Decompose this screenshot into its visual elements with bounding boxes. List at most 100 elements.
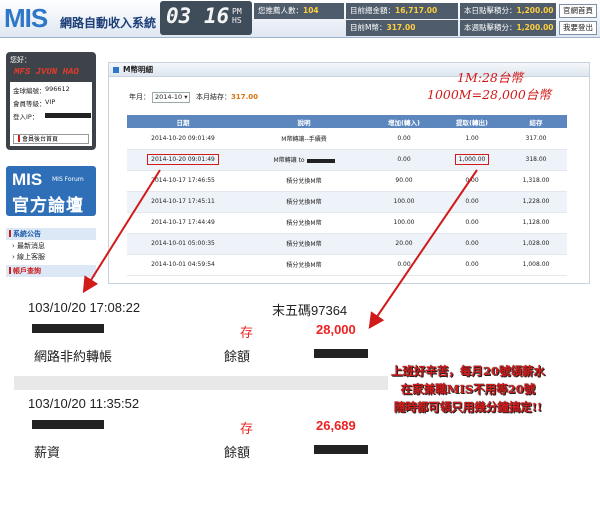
cell-date: 2014-10-01 04:59:54 <box>127 254 239 276</box>
cell-desc: M幣轉讓 to <box>239 149 369 171</box>
cell-date: 2014-10-17 17:46:55 <box>127 170 239 192</box>
cell-date: 2014-10-17 17:45:11 <box>127 191 239 213</box>
user-level-line: 會員等級： VIP <box>13 98 55 108</box>
cell-desc: 積分兌換M幣 <box>239 191 369 213</box>
stat-label: 您推薦人數： <box>258 6 303 15</box>
cell-balance: 1,008.00 <box>505 254 567 276</box>
entry-amount: 26,689 <box>316 418 356 433</box>
link-bullet-icon <box>18 135 20 142</box>
top-header: MIS 網路自動收入系統 03 16 PM HS 您推薦人數：104 目前總金額：… <box>0 0 600 38</box>
sidebar-item-news[interactable]: › 最新消息 <box>6 241 96 252</box>
mis-logo[interactable]: MIS <box>4 4 48 32</box>
entry-balance-label: 餘額 <box>224 349 251 364</box>
caption-line-3: 隨時都可領只用幾分鐘搞定!! <box>393 400 543 414</box>
user-ip-label: 登入IP： <box>13 113 39 121</box>
cell-out: 0.00 <box>439 191 505 213</box>
bank-entry: 103/10/20 11:35:52 存 26,689 薪資 餘額 <box>14 390 388 474</box>
table-row: 2014-10-17 17:44:49 積分兌換M幣 100.00 0.00 1… <box>127 212 567 234</box>
stat-label: 目前M幣： <box>350 23 387 32</box>
forum-logo: MIS <box>12 170 43 189</box>
cell-out: 0.00 <box>439 170 505 192</box>
cell-in: 0.00 <box>369 128 439 150</box>
user-level-value: VIP <box>45 98 56 106</box>
redacted-account <box>32 420 104 429</box>
app-title: 網路自動收入系統 <box>60 16 157 30</box>
clock-ampm: PM HS <box>232 7 242 25</box>
cell-in: 100.00 <box>369 212 439 234</box>
stat-value: 16,717.00 <box>395 6 438 15</box>
cell-in: 100.00 <box>369 191 439 213</box>
entry-divider <box>14 376 388 390</box>
stat-weekly-points: 本週點擊積分：1,200.00 <box>460 20 556 36</box>
section-bullet-icon <box>9 267 11 274</box>
table-row: 2014-10-20 09:01:49 M幣轉讓--手續費 0.00 1.00 … <box>127 128 567 150</box>
table-row-highlighted: 2014-10-20 09:01:49 M幣轉讓 to 0.00 1,000.0… <box>127 149 567 171</box>
stat-value: 104 <box>303 6 319 15</box>
redacted-account <box>32 324 104 333</box>
transactions-table: 日期 說明 增加(轉入) 提取(轉出) 結存 2014-10-20 09:01:… <box>127 115 567 276</box>
stat-value: 1,200.00 <box>516 6 554 15</box>
cell-desc: 積分兌換M幣 <box>239 212 369 234</box>
sidebar-item-label: 線上客服 <box>17 253 46 261</box>
entry-balance-label: 餘額 <box>224 445 251 460</box>
member-backend-link[interactable]: 會員後台首頁 <box>13 134 89 144</box>
col-header-date: 日期 <box>127 115 239 128</box>
cell-desc: M幣轉讓--手續費 <box>239 128 369 150</box>
col-header-out: 提取(轉出) <box>439 115 505 128</box>
redacted-balance <box>314 445 368 454</box>
user-ip-redacted <box>45 111 91 119</box>
promo-caption: 上班好辛苦，每月20號領薪水 在家兼職MIS不用等20號 隨時都可領只用幾分鐘搞… <box>356 362 580 416</box>
clock-hour: 03 <box>166 4 192 28</box>
redacted-recipient <box>306 158 335 163</box>
cell-balance: 1,028.00 <box>505 233 567 255</box>
member-backend-label: 會員後台首頁 <box>22 136 59 143</box>
stat-daily-points: 本日點擊積分：1,200.00 <box>460 3 556 19</box>
sidebar-item-label: 最新消息 <box>17 242 46 250</box>
sidebar-item-support[interactable]: › 線上客服 <box>6 252 96 263</box>
cell-balance: 318.00 <box>505 149 567 171</box>
sidebar-section-account[interactable]: 帳戶查詢 <box>6 265 96 277</box>
col-header-desc: 說明 <box>239 115 369 128</box>
stat-value: 317.00 <box>386 23 416 32</box>
table-row: 2014-10-01 05:00:35 積分兌換M幣 20.00 0.00 1,… <box>127 233 567 255</box>
cell-in: 0.00 <box>369 254 439 276</box>
digital-clock: 03 16 PM HS <box>160 1 252 35</box>
logout-button[interactable]: 我要登出 <box>559 21 597 35</box>
rate-note-2: 1000M=28,000台幣 <box>427 87 551 102</box>
forum-title: 官方論壇 <box>12 196 84 216</box>
screenshot-root: MIS 網路自動收入系統 03 16 PM HS 您推薦人數：104 目前總金額：… <box>0 0 600 506</box>
user-info-box: 您好： MFS JVUN HAO 金球編號： 996612 會員等級： VIP 登入… <box>6 52 96 150</box>
entry-description: 網路非約轉帳 <box>34 349 113 364</box>
panel-title-icon <box>113 67 119 73</box>
year-month-label: 年月： <box>129 93 150 101</box>
cell-desc: 積分兌換M幣 <box>239 233 369 255</box>
clock-ampm-top: PM <box>232 7 242 16</box>
stats-bar: 您推薦人數：104 目前總金額：16,717.00 本日點擊積分：1,200.0… <box>254 1 600 37</box>
highlighted-date: 2014-10-20 09:01:49 <box>147 154 219 165</box>
stat-label: 本日點擊積分： <box>464 6 517 15</box>
cell-date: 2014-10-17 17:44:49 <box>127 212 239 234</box>
user-ip-line: 登入IP： <box>13 111 91 121</box>
home-button[interactable]: 官網首頁 <box>559 4 597 18</box>
sidebar-section-notice[interactable]: 系統公告 <box>6 228 96 240</box>
redacted-balance <box>314 349 368 358</box>
user-details: 金球編號： 996612 會員等級： VIP 登入IP： 會員後台首頁 <box>10 82 92 146</box>
entry-type: 存 <box>240 325 254 340</box>
entry-amount: 28,000 <box>316 322 356 337</box>
bank-entry: 103/10/20 17:08:22 末五碼97364 存 28,000 網路非… <box>14 288 388 376</box>
stat-m-coins: 目前M幣：317.00 <box>346 20 458 36</box>
panel-title: M幣明細 <box>123 65 153 74</box>
table-row: 2014-10-01 04:59:54 積分兌換M幣 0.00 0.00 1,0… <box>127 254 567 276</box>
highlighted-withdrawal: 1,000.00 <box>454 154 490 165</box>
month-filter: 年月： 2014-10 ▾ 本月結存：317.00 <box>129 92 258 103</box>
stat-value: 1,200.00 <box>516 23 554 32</box>
year-month-select[interactable]: 2014-10 ▾ <box>152 92 190 103</box>
cell-in: 90.00 <box>369 170 439 192</box>
cell-in: 0.00 <box>369 149 439 171</box>
cell-date: 2014-10-01 05:00:35 <box>127 233 239 255</box>
user-id-value: 996612 <box>45 85 70 93</box>
cell-out: 0.00 <box>439 212 505 234</box>
forum-banner[interactable]: MIS MIS Forum 官方論壇 <box>6 166 96 216</box>
balance-label: 本月結存： <box>196 93 231 101</box>
entry-datetime: 103/10/20 17:08:22 <box>28 300 141 315</box>
